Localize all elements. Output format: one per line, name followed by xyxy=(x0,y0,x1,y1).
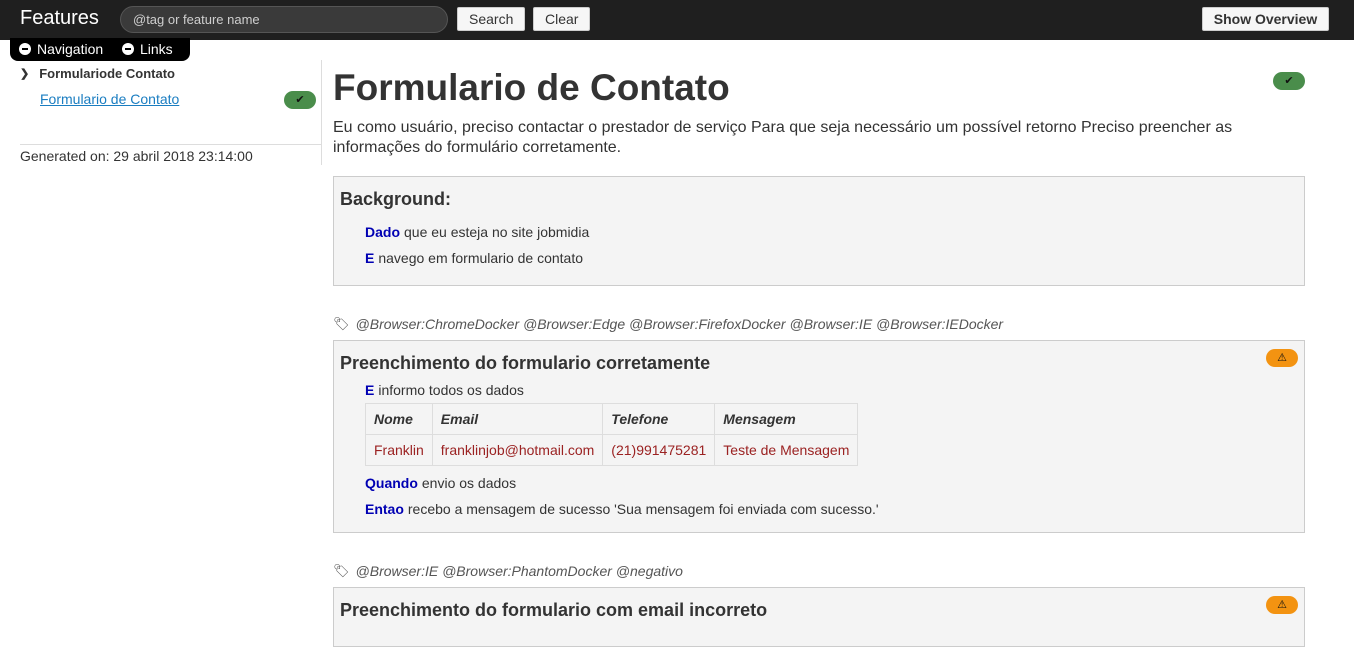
scenario-tags: 🏷 @Browser:IE @Browser:PhantomDocker @ne… xyxy=(333,563,1305,579)
step-keyword: Dado xyxy=(365,224,400,240)
table-header: Nome xyxy=(365,403,433,435)
top-navbar: Features Search Clear Show Overview xyxy=(0,0,1354,40)
table-cell: franklinjob@hotmail.com xyxy=(431,434,604,466)
feature-title: Formulario de Contato xyxy=(333,67,730,108)
background-step: Enavego em formulario de contato xyxy=(340,245,1298,271)
table-header: Telefone xyxy=(602,403,716,435)
step-text: envio os dados xyxy=(421,475,517,491)
scenario-panel: ⚠ Preenchimento do formulario com email … xyxy=(333,587,1305,647)
step-keyword: E xyxy=(365,250,375,266)
check-icon: ✔ xyxy=(284,91,316,109)
table-cell: (21)991475281 xyxy=(602,434,716,466)
tag-icon: 🏷 xyxy=(333,316,350,331)
tag-icon: 🏷 xyxy=(333,563,350,578)
sidebar-item-formulario-de-contato[interactable]: Formulario de Contato xyxy=(40,91,179,107)
scenario-title: Preenchimento do formulario corretamente xyxy=(340,353,711,373)
scenario-tags-text: @Browser:ChromeDocker @Browser:Edge @Bro… xyxy=(355,316,1004,332)
feature-content: Formulario de Contato ✔ Eu como usuário,… xyxy=(333,60,1305,647)
sidebar-group[interactable]: ❯ Formulariode Contato xyxy=(20,66,175,81)
check-icon: ✔ xyxy=(1273,72,1305,90)
chevron-down-icon: ❯ xyxy=(20,68,30,80)
step-text: que eu esteja no site jobmidia xyxy=(404,224,590,240)
feature-description: Eu como usuário, preciso contactar o pre… xyxy=(333,119,1233,156)
background-panel: Background: Dado que eu esteja no site jo… xyxy=(333,176,1305,286)
scenario-title: Preenchimento do formulario com email in… xyxy=(340,600,768,620)
show-overview-button[interactable]: Show Overview xyxy=(1202,7,1329,31)
table-header: Mensagem xyxy=(714,403,859,435)
scenario-step: Entao recebo a mensagem de sucesso 'Sua m… xyxy=(340,496,1298,522)
step-keyword: Quando xyxy=(365,475,418,491)
brand-title: Features xyxy=(20,7,99,29)
warning-icon: ⚠ xyxy=(1266,349,1298,367)
minus-circle-icon xyxy=(122,43,134,55)
search-input[interactable] xyxy=(120,6,448,33)
scenario-tags: 🏷 @Browser:ChromeDocker @Browser:Edge @B… xyxy=(333,316,1305,332)
table-cell: Teste de Mensagem xyxy=(714,434,859,466)
step-text: navego em formulario de contato xyxy=(378,250,584,266)
search-button[interactable]: Search xyxy=(457,7,526,31)
step-keyword: E xyxy=(365,382,375,398)
table-header: Email xyxy=(431,403,604,435)
data-table: Nome Email Telefone Mensagem Franklin fr… xyxy=(365,403,859,466)
scenario-panel: ⚠ Preenchimento do formulario corretamen… xyxy=(333,340,1305,533)
step-keyword: Entao xyxy=(365,501,404,517)
tab-links-label: Links xyxy=(140,41,173,57)
generated-on-text: Generated on: 29 abril 2018 23:14:00 xyxy=(20,148,253,164)
scenario-step: Einformo todos os dados xyxy=(340,377,1298,403)
sidebar-divider xyxy=(20,144,322,145)
tab-links[interactable]: Links xyxy=(122,41,173,57)
sidebar-group-label: Formulariode Contato xyxy=(39,66,175,81)
sidebar-tabs: Navigation Links xyxy=(10,38,190,61)
scenario-step: Quando envio os dados xyxy=(340,470,1298,496)
table-cell: Franklin xyxy=(365,434,433,466)
sidebar: ❯ Formulariode Contato Formulario de Con… xyxy=(0,60,322,165)
warning-icon: ⚠ xyxy=(1266,596,1298,614)
table-row: Franklin franklinjob@hotmail.com (21)991… xyxy=(365,434,859,466)
tab-navigation[interactable]: Navigation xyxy=(19,41,103,57)
background-step: Dado que eu esteja no site jobmidia xyxy=(340,219,1298,245)
clear-button[interactable]: Clear xyxy=(533,7,591,31)
tab-navigation-label: Navigation xyxy=(37,41,104,57)
step-text: informo todos os dados xyxy=(378,382,524,398)
step-text: recebo a mensagem de sucesso 'Sua mensag… xyxy=(407,501,879,517)
minus-circle-icon xyxy=(19,43,31,55)
table-header-row: Nome Email Telefone Mensagem xyxy=(365,403,859,435)
background-heading: Background: xyxy=(340,189,452,209)
scenario-tags-text: @Browser:IE @Browser:PhantomDocker @nega… xyxy=(355,563,683,579)
